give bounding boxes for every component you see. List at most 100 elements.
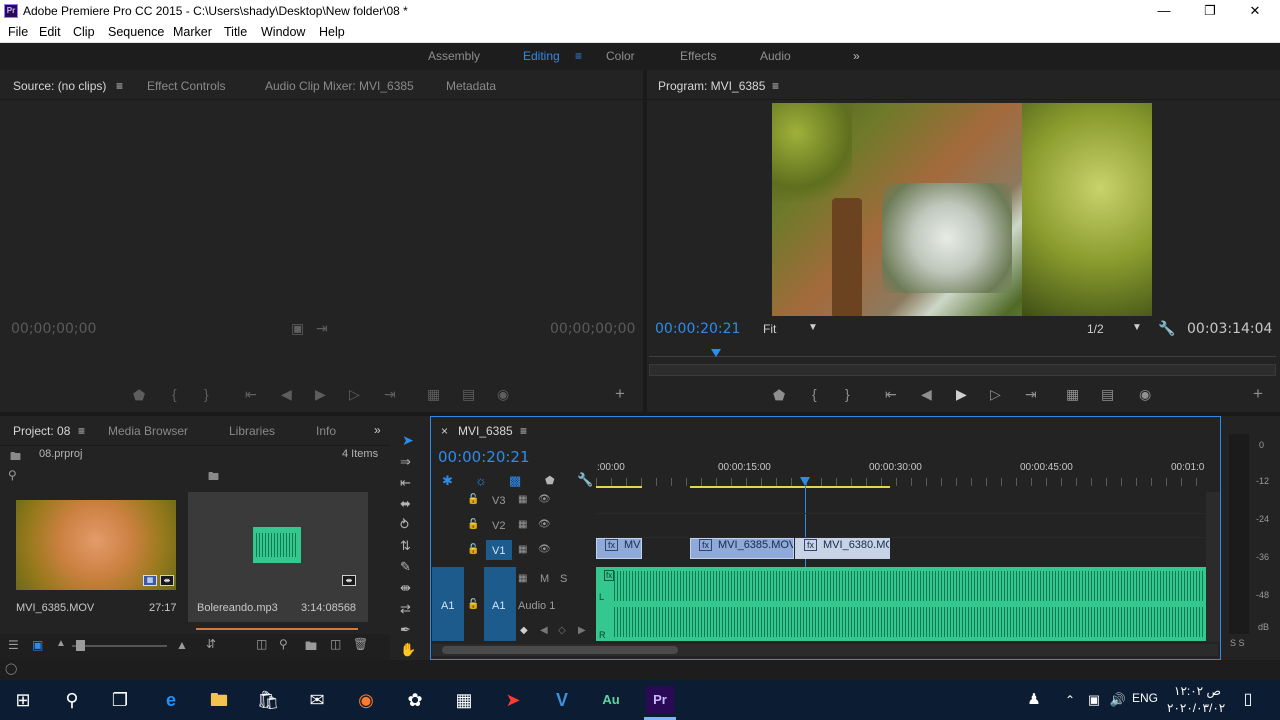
workspace-color[interactable]: Color bbox=[606, 49, 635, 63]
lock-icon[interactable]: 🔓 bbox=[467, 494, 479, 505]
app-icon[interactable]: V bbox=[548, 686, 576, 714]
selection-tool-icon[interactable]: ➤ bbox=[402, 432, 414, 449]
snap-icon[interactable]: ✱ bbox=[442, 473, 453, 489]
new-bin-button-icon[interactable]: 🖿 bbox=[305, 637, 317, 658]
sequence-menu-icon[interactable]: ≡ bbox=[520, 424, 527, 438]
source-drag-video-icon[interactable]: ▣ bbox=[291, 320, 304, 337]
rate-stretch-tool-icon[interactable]: ⇅ bbox=[400, 538, 411, 554]
linked-selection-icon[interactable]: ☼ bbox=[475, 473, 487, 488]
program-go-to-out-icon[interactable]: ⇥ bbox=[1025, 386, 1037, 403]
premiere-taskbar-icon[interactable]: Pr bbox=[646, 686, 674, 714]
menu-sequence[interactable]: Sequence bbox=[108, 25, 164, 39]
clock-date[interactable]: ۲۰۲۰/۰۳/۰۲ bbox=[1167, 701, 1225, 715]
program-mini-ruler[interactable] bbox=[649, 356, 1276, 357]
new-item-icon[interactable]: ◫ bbox=[330, 637, 341, 651]
program-go-to-in-icon[interactable]: ⇤ bbox=[885, 386, 897, 403]
volume-icon[interactable]: 🔊 bbox=[1104, 686, 1132, 714]
menu-file[interactable]: File bbox=[8, 25, 28, 39]
eye-icon[interactable]: 👁 bbox=[538, 519, 551, 530]
timeline-playhead[interactable] bbox=[800, 477, 810, 486]
keyframe-icon[interactable]: ◆ bbox=[520, 625, 528, 636]
hand-tool-icon[interactable]: ✋ bbox=[400, 642, 416, 658]
rolling-edit-tool-icon[interactable]: ⬌ bbox=[400, 496, 411, 512]
program-add-button[interactable]: + bbox=[1253, 384, 1263, 404]
timeline-timecode[interactable]: 00:00:20:21 bbox=[438, 448, 530, 466]
source-add-marker-icon[interactable]: ⬟ bbox=[133, 387, 145, 404]
mute-button[interactable]: M bbox=[540, 573, 549, 585]
store-icon[interactable]: 🛍 bbox=[254, 686, 282, 714]
thumbnail-bolereando[interactable] bbox=[253, 527, 301, 563]
source-menu-icon[interactable]: ≡ bbox=[116, 79, 123, 93]
program-step-forward-icon[interactable]: ▷ bbox=[990, 386, 1001, 403]
menu-marker[interactable]: Marker bbox=[173, 25, 212, 39]
close-icon[interactable]: ✕ bbox=[1232, 0, 1278, 22]
eye-icon[interactable]: 👁 bbox=[538, 494, 551, 505]
project-menu-icon[interactable]: ≡ bbox=[78, 424, 85, 438]
pen-tool-icon[interactable]: ✒ bbox=[400, 622, 411, 638]
search-icon[interactable]: ⚲ bbox=[8, 468, 17, 482]
program-zoom-scrollbar[interactable] bbox=[649, 364, 1276, 376]
razor-tool-icon[interactable]: ✎ bbox=[400, 559, 411, 575]
clock-time[interactable]: ۱۲:۰۲ ص bbox=[1174, 684, 1221, 698]
file-explorer-icon[interactable]: 🖿 bbox=[205, 686, 233, 714]
find-icon[interactable]: ⚲ bbox=[279, 637, 288, 651]
list-view-icon[interactable]: ☰ bbox=[8, 638, 19, 652]
program-step-back-icon[interactable]: ◀ bbox=[921, 386, 932, 403]
zoom-out-icon[interactable]: ▲ bbox=[56, 638, 66, 649]
tab-metadata[interactable]: Metadata bbox=[446, 79, 496, 93]
action-center-icon[interactable]: ▯ bbox=[1234, 686, 1262, 714]
source-play-icon[interactable]: ▶ bbox=[315, 386, 326, 403]
trash-icon[interactable]: 🗑 bbox=[353, 637, 368, 651]
track-v2[interactable]: V2 bbox=[492, 520, 505, 532]
app-icon[interactable]: ➤ bbox=[499, 686, 527, 714]
program-mark-in-icon[interactable]: { bbox=[812, 386, 817, 402]
language-indicator[interactable]: ENG bbox=[1132, 691, 1158, 705]
track-a1-source[interactable]: A1 bbox=[441, 600, 454, 612]
zoom-in-icon[interactable]: ▲ bbox=[176, 638, 188, 652]
wrench-icon[interactable]: 🔧 bbox=[1158, 320, 1175, 337]
project-overflow-button[interactable]: » bbox=[374, 423, 381, 437]
icon-view-icon[interactable]: ▣ bbox=[32, 638, 43, 652]
tab-effect-controls[interactable]: Effect Controls bbox=[147, 79, 225, 93]
source-step-forward-icon[interactable]: ▷ bbox=[349, 386, 360, 403]
minimize-icon[interactable]: — bbox=[1141, 0, 1187, 22]
search-icon[interactable]: ⚲ bbox=[58, 686, 86, 714]
tab-program[interactable]: Program: MVI_6385 bbox=[658, 79, 765, 93]
ripple-edit-tool-icon[interactable]: ⇤ bbox=[400, 475, 411, 491]
program-export-frame-icon[interactable]: ◉ bbox=[1139, 386, 1151, 403]
lock-icon[interactable]: 🔓 bbox=[467, 519, 479, 530]
project-item-name[interactable]: Bolereando.mp3 bbox=[197, 602, 278, 614]
restore-icon[interactable]: ❐ bbox=[1187, 0, 1233, 22]
workspace-assembly[interactable]: Assembly bbox=[428, 49, 480, 63]
fit-select[interactable]: Fit bbox=[763, 322, 776, 336]
people-icon[interactable]: ♟ bbox=[1020, 686, 1048, 714]
lock-icon[interactable]: 🔓 bbox=[467, 544, 479, 555]
tab-media-browser[interactable]: Media Browser bbox=[108, 424, 188, 438]
source-go-to-out-icon[interactable]: ⇥ bbox=[384, 386, 396, 403]
solo-button[interactable]: S bbox=[560, 573, 567, 585]
edge-icon[interactable]: e bbox=[157, 686, 185, 714]
workspace-audio[interactable]: Audio bbox=[760, 49, 791, 63]
close-sequence-icon[interactable]: × bbox=[441, 424, 448, 438]
menu-help[interactable]: Help bbox=[319, 25, 345, 39]
sort-icon[interactable]: ⇵ bbox=[206, 637, 216, 651]
track-a1[interactable]: A1 bbox=[492, 600, 505, 612]
resolution-dropdown-icon[interactable]: ▼ bbox=[1132, 322, 1142, 333]
audition-icon[interactable]: Au bbox=[597, 686, 625, 714]
tab-audio-clip-mixer[interactable]: Audio Clip Mixer: MVI_6385 bbox=[265, 79, 414, 93]
zoom-slider[interactable] bbox=[72, 645, 167, 647]
task-view-icon[interactable]: ❐ bbox=[106, 686, 134, 714]
lock-icon[interactable]: 🔓 bbox=[467, 599, 479, 610]
timeline-settings-icon[interactable]: 🔧 bbox=[577, 472, 593, 488]
program-lift-icon[interactable]: ▦ bbox=[1066, 386, 1079, 403]
source-export-frame-icon[interactable]: ◉ bbox=[497, 386, 509, 403]
app-icon[interactable]: ✿ bbox=[401, 686, 429, 714]
eye-icon[interactable]: 👁 bbox=[538, 544, 551, 555]
tab-project[interactable]: Project: 08 bbox=[13, 424, 70, 438]
insert-sequence-icon[interactable]: ▩ bbox=[509, 473, 521, 489]
slip-tool-icon[interactable]: ⇼ bbox=[400, 580, 411, 596]
source-add-button[interactable]: + bbox=[615, 384, 625, 404]
resolution-select[interactable]: 1/2 bbox=[1087, 322, 1104, 336]
firefox-icon[interactable]: ◉ bbox=[352, 686, 380, 714]
tab-libraries[interactable]: Libraries bbox=[229, 424, 275, 438]
